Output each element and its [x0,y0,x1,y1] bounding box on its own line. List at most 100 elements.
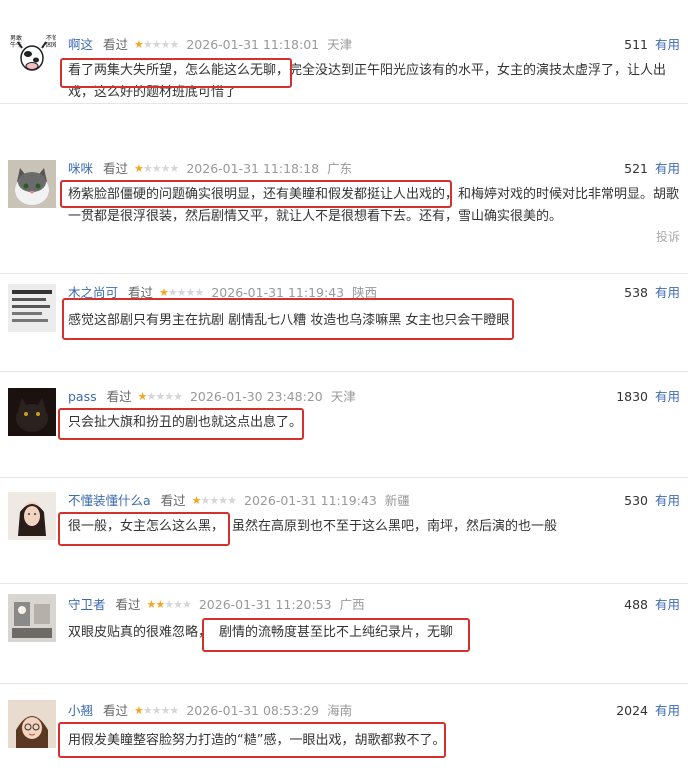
comment-time: 2026-01-31 11:20:53 [198,597,332,612]
avatar[interactable] [8,388,56,436]
star-empty-icon: ★ [160,38,171,51]
avatar[interactable] [8,700,56,748]
useful-button[interactable]: 有用 [655,37,680,52]
avatar[interactable] [8,284,56,332]
vote-count: 2024 [616,703,648,718]
comment-time: 2026-01-31 11:19:43 [211,285,345,300]
highlighted-text: 只会扯大旗和扮丑的剧也就这点出息了。 [68,415,303,430]
comment-text: 感觉这部剧只有男主在抗剧 剧情乱七八糟 妆造也乌漆嘛黑 女主也只会干瞪眼 [68,310,680,332]
star-empty-icon: ★ [169,704,180,717]
comment-item: pass 看过 ★★★★★ 2026-01-30 23:48:20 天津 183… [0,372,688,478]
svg-text:不怕: 不怕 [46,34,56,42]
star-empty-icon: ★ [173,598,183,611]
star-empty-icon: ★ [155,390,165,403]
comment-location: 广西 [339,597,365,612]
star-empty-icon: ★ [185,286,196,299]
comment-rest: 虽然在高原到也不至于这么黑吧，南坪，然后演的也一般 [232,519,558,534]
comment-item: 不懂装懂什么a 看过 ★★★★★ 2026-01-31 11:19:43 新疆 … [0,478,688,584]
username[interactable]: 啊这 [68,37,93,52]
star-empty-icon: ★ [151,38,162,51]
svg-text:困难: 困难 [46,41,56,49]
useful-button[interactable]: 有用 [655,389,680,404]
comment-text: 双眼皮贴真的很难忽略， 剧情的流畅度甚至比不上纯纪录片，无聊 [68,622,680,644]
useful-button[interactable]: 有用 [655,597,680,612]
watch-status: 看过 [160,493,186,508]
rating-stars: ★★★★★ [191,492,237,510]
comment-meta: 不懂装懂什么a 看过 ★★★★★ 2026-01-31 11:19:43 新疆 [68,492,410,510]
vote-area: 2024 有用 [616,702,680,720]
star-empty-icon: ★ [160,162,171,175]
vote-count: 488 [624,597,648,612]
vote-area: 511 有用 [624,36,680,54]
star-empty-icon: ★ [176,286,187,299]
comment-time: 2026-01-31 08:53:29 [186,703,320,718]
report-link[interactable]: 投诉 [656,228,680,245]
comment-item: 小翘 看过 ★★★★★ 2026-01-31 08:53:29 海南 2024 … [0,684,688,773]
star-empty-icon: ★ [169,162,180,175]
vote-count: 538 [624,285,648,300]
vote-area: 1830 有用 [616,388,680,406]
star-empty-icon: ★ [194,286,205,299]
watch-status: 看过 [103,703,129,718]
highlighted-text: 剧情的流畅度甚至比不上纯纪录片，无聊 [219,625,454,640]
watch-status: 看过 [103,37,129,52]
vote-area: 530 有用 [624,492,680,510]
comment-item: 守卫者 看过 ★★★★★ 2026-01-31 11:20:53 广西 488 … [0,584,688,684]
username[interactable]: 不懂装懂什么a [68,493,151,508]
highlighted-text: 感觉这部剧只有男主在抗剧 剧情乱七八糟 妆造也乌漆嘛黑 女主也只会干瞪眼 [68,313,510,328]
comment-text: 看了两集大失所望，怎么能这么无聊，完全没达到正午阳光应该有的水平，女主的演技太虚… [68,60,680,104]
avatar[interactable]: 男敢 牛牛 不怕 困难 [8,30,56,78]
vote-count: 511 [624,37,648,52]
useful-button[interactable]: 有用 [655,285,680,300]
username[interactable]: pass [68,389,97,404]
star-filled-icon: ★ [191,494,202,507]
avatar[interactable] [8,492,56,540]
comment-time: 2026-01-31 11:19:43 [244,493,377,508]
star-empty-icon: ★ [169,38,180,51]
star-empty-icon: ★ [164,598,174,611]
comment-item: 咪咪 看过 ★★★★★ 2026-01-31 11:18:18 广东 521 有… [0,104,688,274]
comment-time: 2026-01-31 11:18:18 [186,161,320,176]
avatar[interactable] [8,160,56,208]
star-empty-icon: ★ [142,704,153,717]
comment-text: 用假发美瞳整容脸努力打造的“糙”感，一眼出戏，胡歌都救不了。 [68,730,680,752]
useful-button[interactable]: 有用 [655,703,680,718]
highlighted-text: 看了两集大失所望，怎么能这么无聊， [68,63,290,78]
useful-button[interactable]: 有用 [655,493,680,508]
star-filled-icon: ★ [155,598,165,611]
star-filled-icon: ★ [159,286,169,299]
comment-text: 只会扯大旗和扮丑的剧也就这点出息了。 [68,412,680,434]
star-empty-icon: ★ [182,598,192,611]
username[interactable]: 小翘 [68,703,93,718]
comment-location: 天津 [330,389,356,404]
star-filled-icon: ★ [134,162,144,175]
comment-text: 很一般，女主怎么这么黑， 虽然在高原到也不至于这么黑吧，南坪，然后演的也一般 [68,516,680,538]
svg-text:牛牛: 牛牛 [10,41,22,49]
comment-location: 天津 [327,37,353,52]
star-empty-icon: ★ [209,494,219,507]
comment-location: 陕西 [352,285,378,300]
comment-time: 2026-01-30 23:48:20 [189,389,323,404]
comment-location: 广东 [327,161,353,176]
star-empty-icon: ★ [151,704,162,717]
username[interactable]: 咪咪 [68,161,93,176]
username[interactable]: 木之尚可 [68,285,118,300]
comment-list: 男敢 牛牛 不怕 困难 啊这 看过 ★★★★★ 2026-01-31 11:18… [0,0,688,773]
vote-area: 538 有用 [624,284,680,302]
comment-meta: 守卫者 看过 ★★★★★ 2026-01-31 11:20:53 广西 [68,596,365,614]
highlighted-text: 杨紫脸部僵硬的问题确实很明显，还有美瞳和假发都挺让人出戏的， [68,187,459,202]
star-empty-icon: ★ [173,390,183,403]
comment-item: 木之尚可 看过 ★★★★★ 2026-01-31 11:19:43 陕西 538… [0,274,688,372]
star-empty-icon: ★ [164,390,174,403]
username[interactable]: 守卫者 [68,597,106,612]
useful-button[interactable]: 有用 [655,161,680,176]
star-filled-icon: ★ [134,704,144,717]
avatar[interactable] [8,594,56,642]
vote-count: 1830 [616,389,648,404]
comment-item: 男敢 牛牛 不怕 困难 啊这 看过 ★★★★★ 2026-01-31 11:18… [0,0,688,104]
rating-stars: ★★★★★ [134,702,180,720]
star-empty-icon: ★ [151,162,162,175]
rating-stars: ★★★★★ [147,596,192,614]
comment-meta: 小翘 看过 ★★★★★ 2026-01-31 08:53:29 海南 [68,702,352,720]
rating-stars: ★★★★★ [134,36,180,54]
